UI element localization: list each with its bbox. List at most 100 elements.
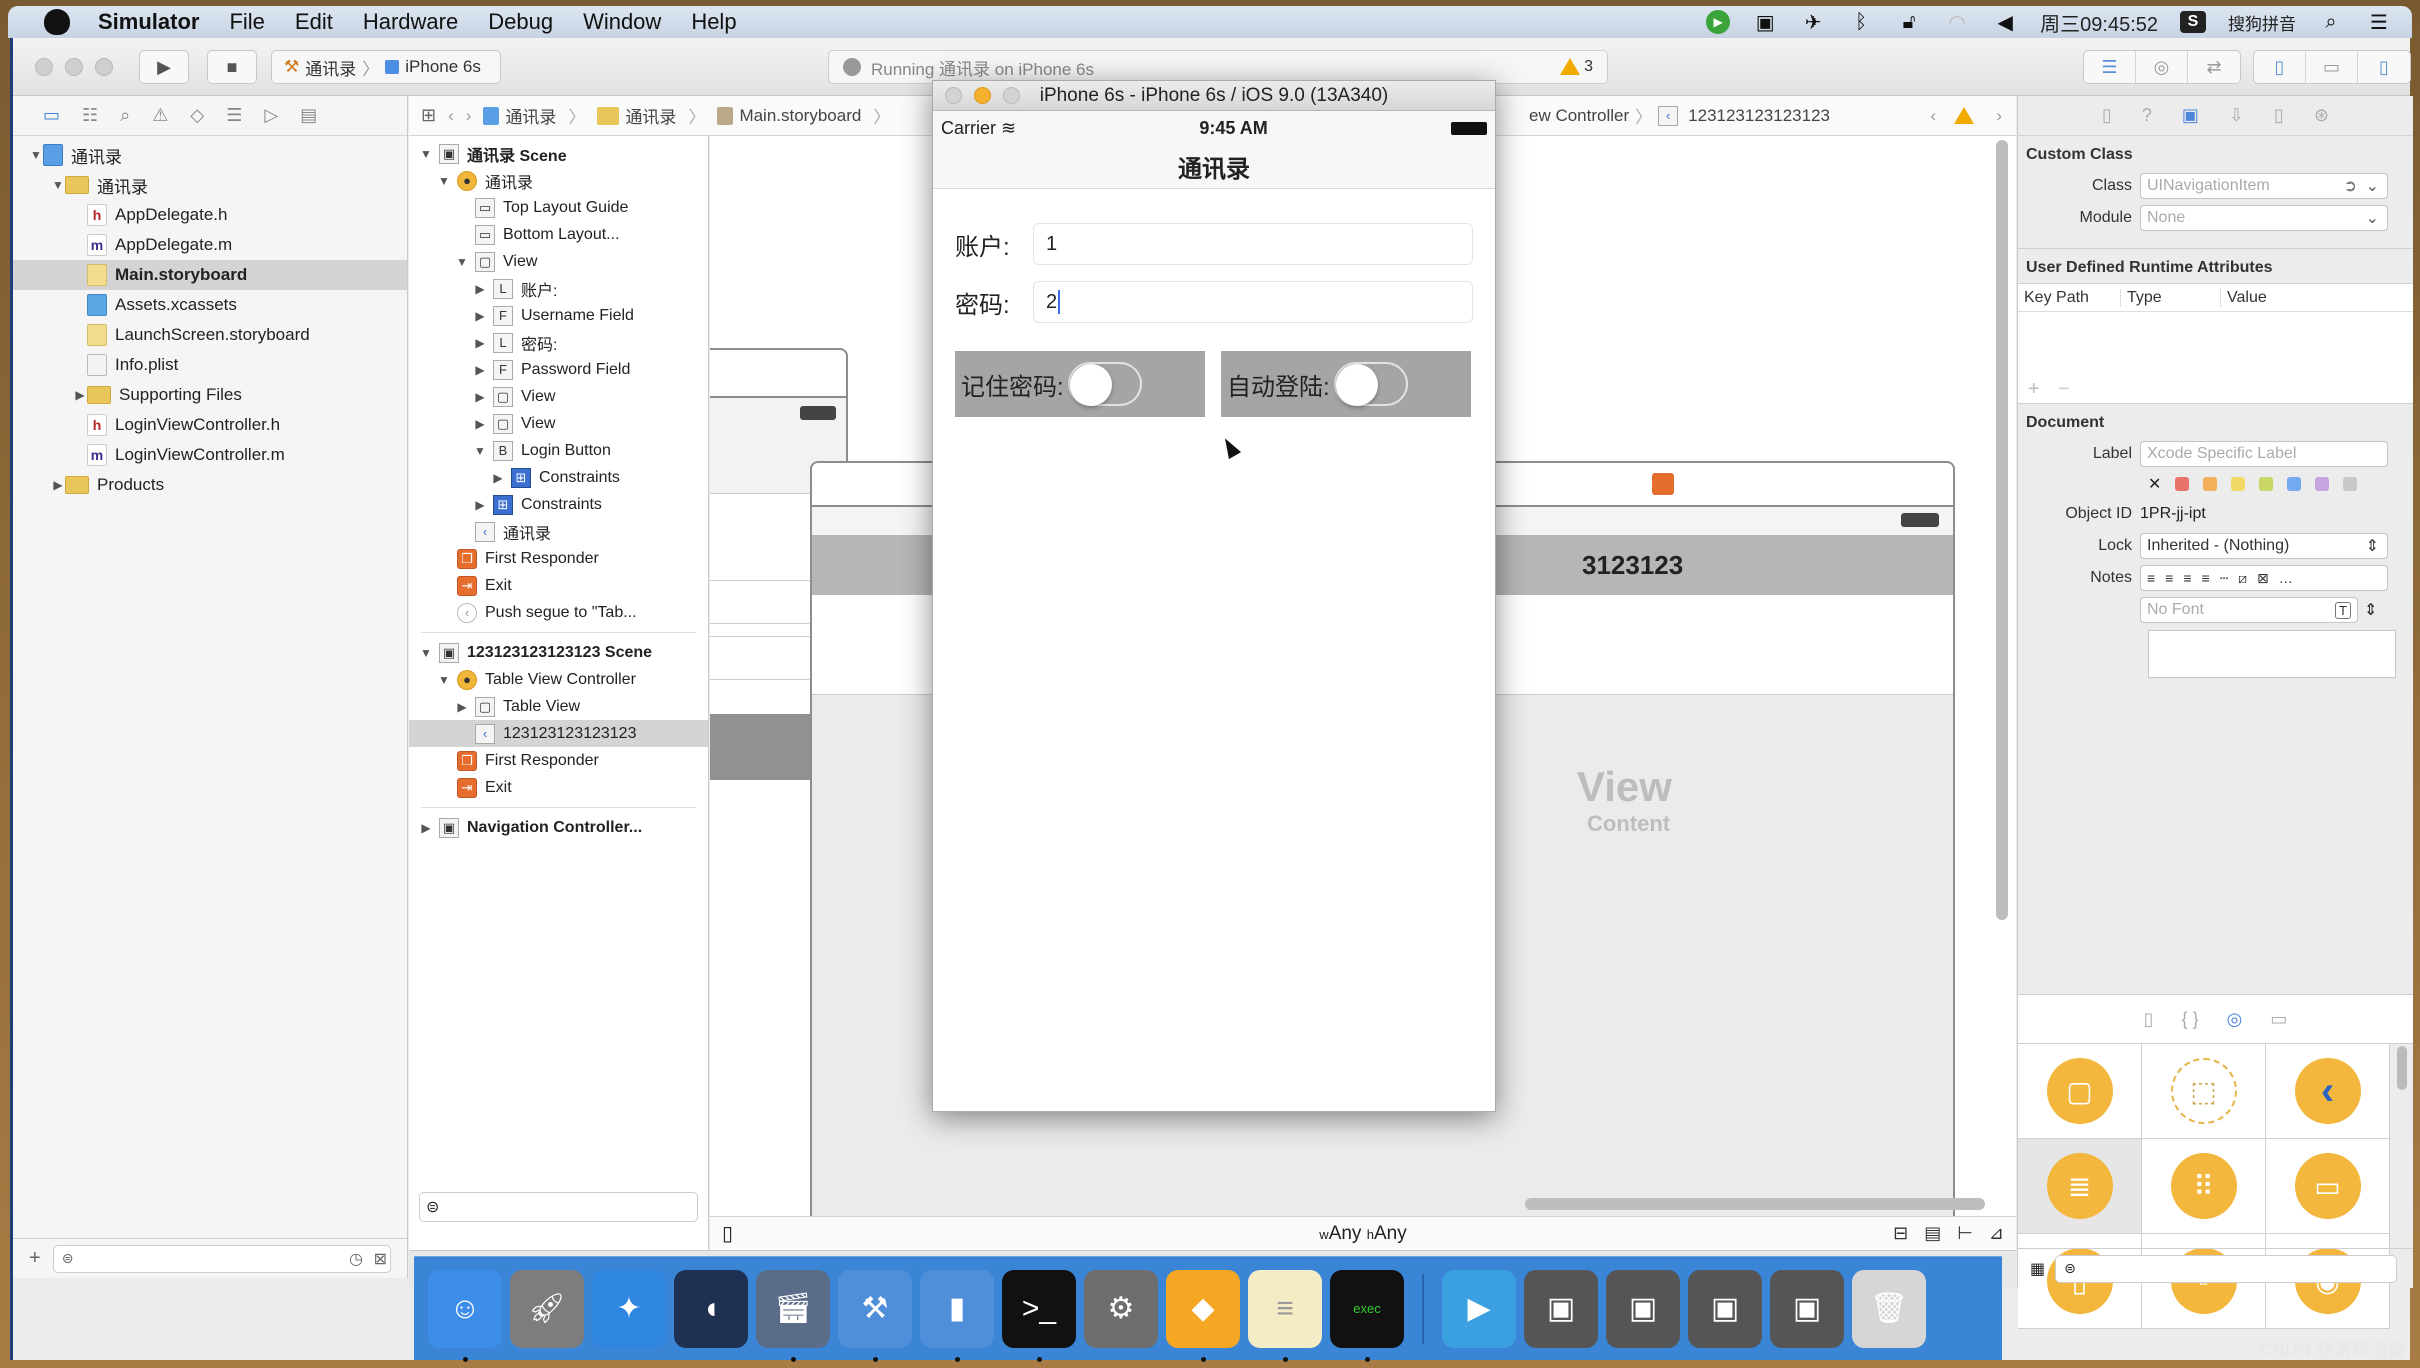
library-item-table-view-controller[interactable]: ≣ [2018, 1139, 2142, 1234]
connections-inspector-tab[interactable]: ⊛ [2314, 105, 2329, 126]
label-color-swatch[interactable] [2343, 477, 2358, 491]
menu-clock[interactable]: 周三09:45:52 [2040, 8, 2158, 37]
menu-window[interactable]: Window [583, 9, 661, 35]
nav-item[interactable]: ▼ 通讯录 [13, 140, 407, 170]
password-field[interactable]: 2 [1033, 281, 1473, 323]
label-color-swatch[interactable] [2287, 477, 2302, 491]
spotlight-search-icon[interactable]: ⌕ [2318, 11, 2344, 33]
menu-edit[interactable]: Edit [295, 9, 333, 35]
nav-item[interactable]: h AppDelegate.h [13, 200, 407, 230]
library-item-navigation-controller[interactable]: ‹ [2266, 1044, 2390, 1139]
library-filter-field[interactable]: ⊜ [2055, 1254, 2397, 1283]
notes-textarea[interactable] [2148, 630, 2396, 678]
align-right-button[interactable]: ≡ [2183, 570, 2191, 586]
outline-row[interactable]: ▼ ● Table View Controller [409, 666, 708, 693]
nav-item[interactable]: h LoginViewController.h [13, 410, 407, 440]
dock-notes[interactable]: ≡ [1248, 1269, 1322, 1362]
dock-finder[interactable]: ☺ [428, 1269, 502, 1362]
symbol-navigator-tab[interactable]: ☷ [82, 105, 98, 126]
add-attribute-button[interactable]: + [2028, 378, 2040, 401]
back-button[interactable]: ‹ [448, 106, 454, 126]
dock-system-preferences[interactable]: ⚙ [1084, 1269, 1158, 1348]
file-inspector-tab[interactable]: ▯ [2102, 105, 2112, 126]
library-item-collection-view-controller[interactable]: ⠿ [2142, 1139, 2266, 1234]
dock-window-1[interactable]: ▣ [1524, 1269, 1598, 1348]
version-editor-button[interactable]: ⇄ [2188, 51, 2240, 83]
dock-safari[interactable]: ✦ [592, 1269, 666, 1348]
identity-inspector-tab[interactable]: ▣ [2182, 105, 2199, 126]
dock-xcode[interactable]: ⚒ [838, 1269, 912, 1362]
chevron-down-icon[interactable]: ⌄ [2366, 176, 2379, 196]
find-navigator-tab[interactable]: ⌕ [120, 105, 130, 126]
pin-button[interactable]: ⊢ [1957, 1223, 1973, 1244]
disclosure-closed-icon[interactable]: ▶ [473, 363, 487, 377]
font-size-stepper[interactable]: ⇕ [2364, 600, 2377, 620]
recording-app-icon[interactable]: ▶ [1706, 10, 1731, 34]
breakpoint-navigator-tab[interactable]: ▷ [264, 105, 278, 126]
size-class-control[interactable]: wAny hAny [1319, 1223, 1406, 1245]
outline-row[interactable]: ❒ First Responder [409, 747, 708, 774]
outline-row[interactable]: ❒ First Responder [409, 545, 708, 572]
nav-item[interactable]: LaunchScreen.storyboard [13, 320, 407, 350]
toggle-navigator-button[interactable]: ▯ [2254, 51, 2306, 83]
font-picker-icon[interactable]: T [2335, 601, 2351, 619]
crumb-folder[interactable]: 通讯录 [597, 103, 676, 128]
dock-console[interactable]: exec [1330, 1269, 1404, 1362]
outline-row[interactable]: ‹ Push segue to "Tab... [409, 599, 708, 626]
disclosure-open-icon[interactable]: ▼ [473, 444, 487, 458]
outline-row[interactable]: ▶ ⊞ Constraints [409, 464, 708, 491]
disclosure-open-icon[interactable]: ▼ [29, 148, 43, 162]
nav-item[interactable]: m AppDelegate.m [13, 230, 407, 260]
dock-terminal[interactable]: >_ [1002, 1269, 1076, 1362]
menu-app-simulator[interactable]: Simulator [98, 9, 199, 35]
nav-item[interactable]: m LoginViewController.m [13, 440, 407, 470]
nav-item[interactable]: ▶ Supporting Files [13, 380, 407, 410]
disclosure-closed-icon[interactable]: ▶ [473, 390, 487, 404]
outline-row[interactable]: ▭ Top Layout Guide [409, 194, 708, 221]
align-button[interactable]: ▤ [1924, 1223, 1941, 1244]
dock-window-4[interactable]: ▣ [1770, 1269, 1844, 1348]
crumb-file[interactable]: Main.storyboard [717, 106, 861, 126]
nav-item[interactable]: Info.plist [13, 350, 407, 380]
prev-issue-button[interactable]: ‹ [1930, 106, 1936, 126]
disclosure-closed-icon[interactable]: ▶ [51, 478, 65, 492]
disclosure-closed-icon[interactable]: ▶ [491, 471, 505, 485]
disclosure-open-icon[interactable]: ▼ [51, 178, 65, 192]
add-file-button[interactable]: + [29, 1247, 41, 1270]
dock-mouse[interactable]: ◖ [674, 1269, 748, 1348]
label-color-swatch[interactable] [2203, 477, 2218, 491]
volume-icon[interactable]: ◀ [1992, 11, 2018, 34]
media-library-tab[interactable]: ▭ [2270, 1009, 2287, 1030]
outline-row[interactable]: ▶ ▢ View [409, 410, 708, 437]
outline-row[interactable]: ▶ F Password Field [409, 356, 708, 383]
username-field[interactable]: 1 [1033, 223, 1473, 265]
outline-row[interactable]: ▼ ▣ 123123123123123 Scene [409, 639, 708, 666]
outline-row[interactable]: ▶ ▢ Table View [409, 693, 708, 720]
outline-row[interactable]: ▼ ▢ View [409, 248, 708, 275]
nav-item[interactable]: ▶ Products [13, 470, 407, 500]
assistant-editor-button[interactable]: ◎ [2136, 51, 2188, 83]
outline-row[interactable]: ‹ 通讯录 [409, 518, 708, 545]
attributes-inspector-tab[interactable]: ⇩ [2229, 105, 2244, 126]
disclosure-closed-icon[interactable]: ▶ [473, 282, 487, 296]
auto-login-switch[interactable] [1333, 362, 1408, 406]
remove-attribute-button[interactable]: − [2058, 378, 2070, 401]
dock-launchpad[interactable]: 🚀︎ [510, 1269, 584, 1348]
report-navigator-tab[interactable]: ▤ [300, 105, 317, 126]
window-close-button[interactable] [35, 58, 53, 76]
menu-help[interactable]: Help [691, 9, 736, 35]
label-color-swatch[interactable] [2231, 477, 2246, 491]
outline-row[interactable]: ▼ B Login Button [409, 437, 708, 464]
quick-help-tab[interactable]: ? [2142, 105, 2152, 126]
outline-row[interactable]: ▼ ▣ 通讯录 Scene [409, 140, 708, 167]
column-key-path[interactable]: Key Path [2018, 289, 2120, 307]
standard-editor-button[interactable]: ☰ [2084, 51, 2136, 83]
file-template-library-tab[interactable]: ▯ [2144, 1009, 2154, 1030]
outline-row[interactable]: ▶ L 密码: [409, 329, 708, 356]
toggle-debug-area-button[interactable]: ▭ [2306, 51, 2358, 83]
menu-hardware[interactable]: Hardware [363, 9, 458, 35]
dock-window-3[interactable]: ▣ [1688, 1269, 1762, 1348]
lock-select[interactable]: Inherited - (Nothing) ⇕ [2140, 533, 2388, 559]
input-method-label[interactable]: 搜狗拼音 [2228, 10, 2296, 35]
canvas-vertical-scrollbar[interactable] [1996, 140, 2008, 920]
